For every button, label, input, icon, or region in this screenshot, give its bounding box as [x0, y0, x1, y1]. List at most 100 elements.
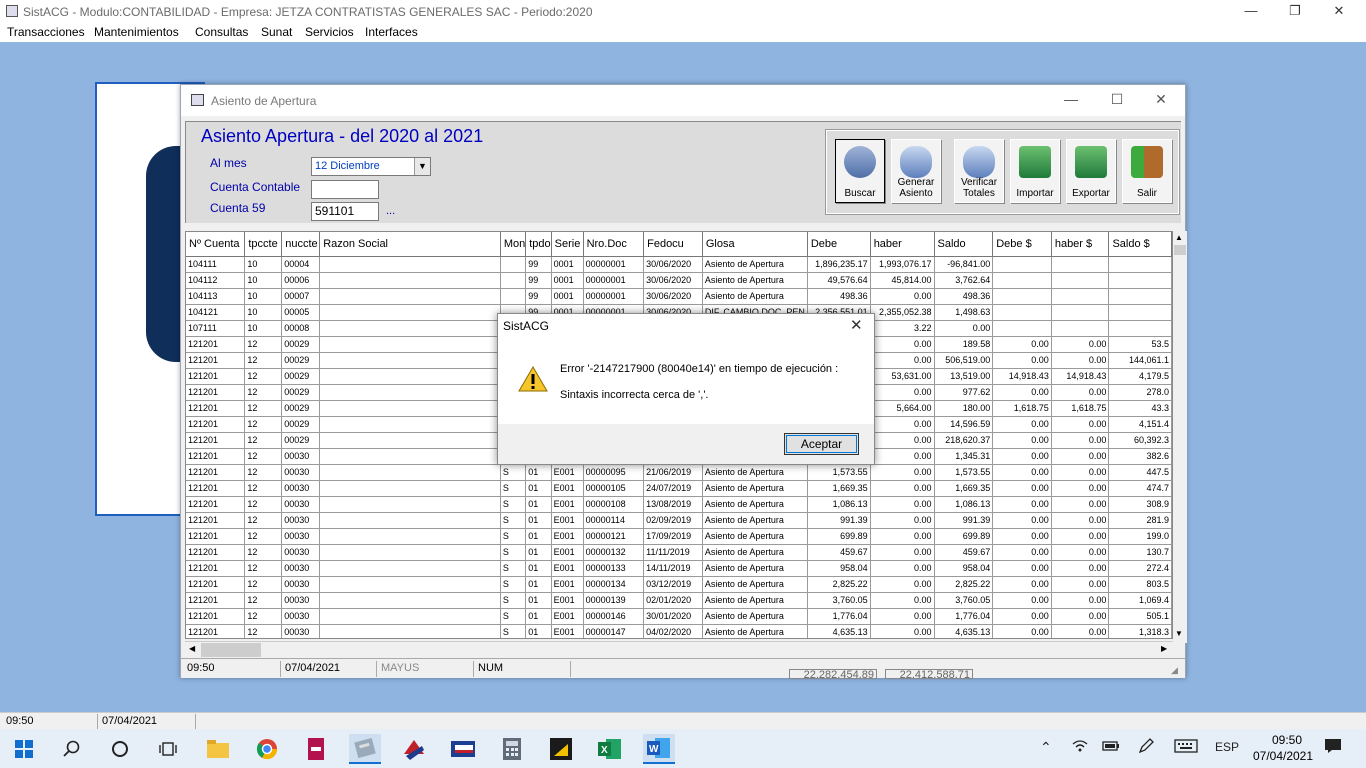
mes-select[interactable]: 12 Diciembre ▼ — [311, 157, 431, 176]
table-row[interactable]: 104113 10 00007 99 0001 00000001 30/06/2020 Asi… — [186, 288, 1172, 305]
menu-servicios[interactable]: Servicios — [305, 25, 354, 39]
column-header[interactable]: Saldo — [934, 232, 994, 257]
chevron-up-icon[interactable]: ⌃ — [1040, 739, 1052, 756]
task-view-icon[interactable] — [152, 734, 184, 764]
chevron-down-icon[interactable]: ▼ — [414, 158, 430, 175]
battery-icon[interactable] — [1102, 739, 1120, 756]
horizontal-scroll-thumb[interactable] — [201, 643, 261, 657]
table-cell: S — [500, 608, 527, 625]
importar-button[interactable]: Importar — [1010, 139, 1060, 203]
language-indicator[interactable]: ESP — [1215, 740, 1239, 754]
child-maximize-button[interactable]: ☐ — [1095, 89, 1139, 111]
clock[interactable]: 09:50 07/04/2021 — [1253, 733, 1313, 763]
file-explorer-icon[interactable] — [202, 734, 234, 764]
keyboard-icon[interactable] — [1174, 739, 1198, 756]
table-cell: 12 — [244, 368, 283, 385]
vertical-scrollbar[interactable]: ▲ ▼ — [1173, 231, 1187, 643]
table-row[interactable]: 104111 10 00004 99 0001 00000001 30/06/2020 Asi… — [186, 256, 1172, 273]
column-header[interactable]: Nº Cuenta — [186, 232, 246, 257]
cuenta59-lookup-button[interactable]: ... — [386, 205, 395, 217]
column-header[interactable]: haber — [870, 232, 935, 257]
table-row[interactable]: 121201 12 00030 S 01 E001 00000146 30/01/2020 As… — [186, 608, 1172, 625]
column-header[interactable]: nuccte — [281, 232, 321, 257]
app-icon-3[interactable] — [447, 734, 479, 764]
horizontal-scrollbar[interactable]: ◀ ▶ — [185, 641, 1173, 657]
wifi-icon[interactable] — [1072, 738, 1088, 757]
minimize-button[interactable]: — — [1228, 0, 1274, 24]
scroll-left-icon[interactable]: ◀ — [189, 644, 195, 653]
generar-asiento-button[interactable]: Generar Asiento — [891, 139, 941, 203]
table-cell: 30/06/2020 — [643, 256, 703, 273]
table-row[interactable]: 121201 12 00030 S 01 E001 00000147 04/02/2020 As… — [186, 624, 1172, 638]
table-row[interactable]: 121201 12 00030 S 01 E001 00000108 13/08/2019 As… — [186, 496, 1172, 513]
column-header[interactable]: Mon — [500, 232, 527, 257]
child-close-button[interactable]: ✕ — [1139, 89, 1183, 111]
buscar-button[interactable]: Buscar — [835, 139, 885, 203]
aceptar-button[interactable]: Aceptar — [784, 433, 859, 455]
excel-icon[interactable]: X — [594, 734, 626, 764]
column-header[interactable]: Serie — [551, 232, 584, 257]
verificar-totales-button[interactable]: Verificar Totales — [954, 139, 1004, 203]
app-icon-2[interactable] — [398, 734, 430, 764]
scroll-right-icon[interactable]: ▶ — [1161, 644, 1167, 653]
dialog-close-icon[interactable]: ✕ — [850, 316, 863, 334]
table-row[interactable]: 121201 12 00030 S 01 E001 00000132 11/11/2019 As… — [186, 544, 1172, 561]
table-cell: 0.00 — [992, 560, 1052, 577]
column-header[interactable]: Debe $ — [992, 232, 1052, 257]
table-row[interactable]: 121201 12 00030 S 01 E001 00000133 14/11/2019 As… — [186, 560, 1172, 577]
table-row[interactable]: 121201 12 00030 S 01 E001 00000114 02/09/2019 As… — [186, 512, 1172, 529]
column-header[interactable]: Glosa — [702, 232, 808, 257]
app-icon-1[interactable] — [300, 734, 332, 764]
menu-transacciones[interactable]: Transacciones — [7, 25, 85, 39]
scroll-down-icon[interactable]: ▼ — [1175, 629, 1183, 638]
close-button[interactable]: ✕ — [1316, 0, 1362, 24]
windows-start-icon[interactable] — [8, 734, 40, 764]
cuenta59-input[interactable]: 591101 — [311, 202, 379, 221]
menu-mantenimientos[interactable]: Mantenimientos — [94, 25, 179, 39]
column-header[interactable]: Saldo $ — [1108, 232, 1172, 257]
table-cell — [992, 304, 1052, 321]
table-row[interactable]: 121201 12 00030 S 01 E001 00000139 02/01/2020 As… — [186, 592, 1172, 609]
table-cell: 01 — [525, 624, 552, 638]
table-row[interactable]: 121201 12 00030 S 01 E001 00000121 17/09/2019 As… — [186, 528, 1172, 545]
column-header[interactable]: Razon Social — [319, 232, 501, 257]
resize-grip-icon[interactable]: ◢ — [1171, 665, 1178, 676]
chrome-icon[interactable] — [251, 734, 283, 764]
notification-icon[interactable] — [1324, 738, 1342, 757]
table-row[interactable]: 121201 12 00030 S 01 E001 00000105 24/07/2019 As… — [186, 480, 1172, 497]
vertical-scroll-thumb[interactable] — [1174, 245, 1186, 255]
menu-sunat[interactable]: Sunat — [261, 25, 292, 39]
column-header[interactable]: tpccte — [244, 232, 283, 257]
table-row[interactable]: 104112 10 00006 99 0001 00000001 30/06/2020 Asi… — [186, 272, 1172, 289]
cortana-icon[interactable] — [104, 734, 136, 764]
column-header[interactable]: tpdo — [525, 232, 552, 257]
table-row[interactable]: 121201 12 00030 S 01 E001 00000095 21/06/2019 As… — [186, 464, 1172, 481]
salir-button[interactable]: Salir — [1122, 139, 1172, 203]
child-minimize-button[interactable]: — — [1049, 89, 1093, 111]
column-header[interactable]: Nro.Doc — [583, 232, 645, 257]
pen-icon[interactable] — [1138, 738, 1154, 757]
table-cell: 0.00 — [870, 480, 935, 497]
restore-button[interactable]: ❐ — [1272, 0, 1318, 24]
binoculars-database-icon — [844, 146, 876, 178]
scroll-up-icon[interactable]: ▲ — [1175, 233, 1183, 242]
table-cell: S — [500, 464, 527, 481]
menu-consultas[interactable]: Consultas — [195, 25, 248, 39]
column-header[interactable]: Fedocu — [643, 232, 703, 257]
calculator-icon[interactable] — [496, 734, 528, 764]
cuenta-contable-input[interactable] — [311, 180, 379, 199]
column-header[interactable]: Debe — [807, 232, 871, 257]
column-header[interactable]: haber $ — [1051, 232, 1110, 257]
app-icon-4[interactable] — [545, 734, 577, 764]
salir-label: Salir — [1136, 188, 1157, 199]
table-cell: 0001 — [551, 256, 584, 273]
status-time: 09:50 — [183, 661, 281, 677]
word-icon[interactable]: W — [643, 734, 675, 764]
table-cell: 2,355,052.38 — [870, 304, 935, 321]
exportar-button[interactable]: Exportar — [1066, 139, 1116, 203]
search-icon[interactable] — [56, 734, 88, 764]
table-cell — [319, 576, 501, 593]
table-row[interactable]: 121201 12 00030 S 01 E001 00000134 03/12/2019 As… — [186, 576, 1172, 593]
sistacg-icon[interactable] — [349, 734, 381, 764]
menu-interfaces[interactable]: Interfaces — [365, 25, 418, 39]
